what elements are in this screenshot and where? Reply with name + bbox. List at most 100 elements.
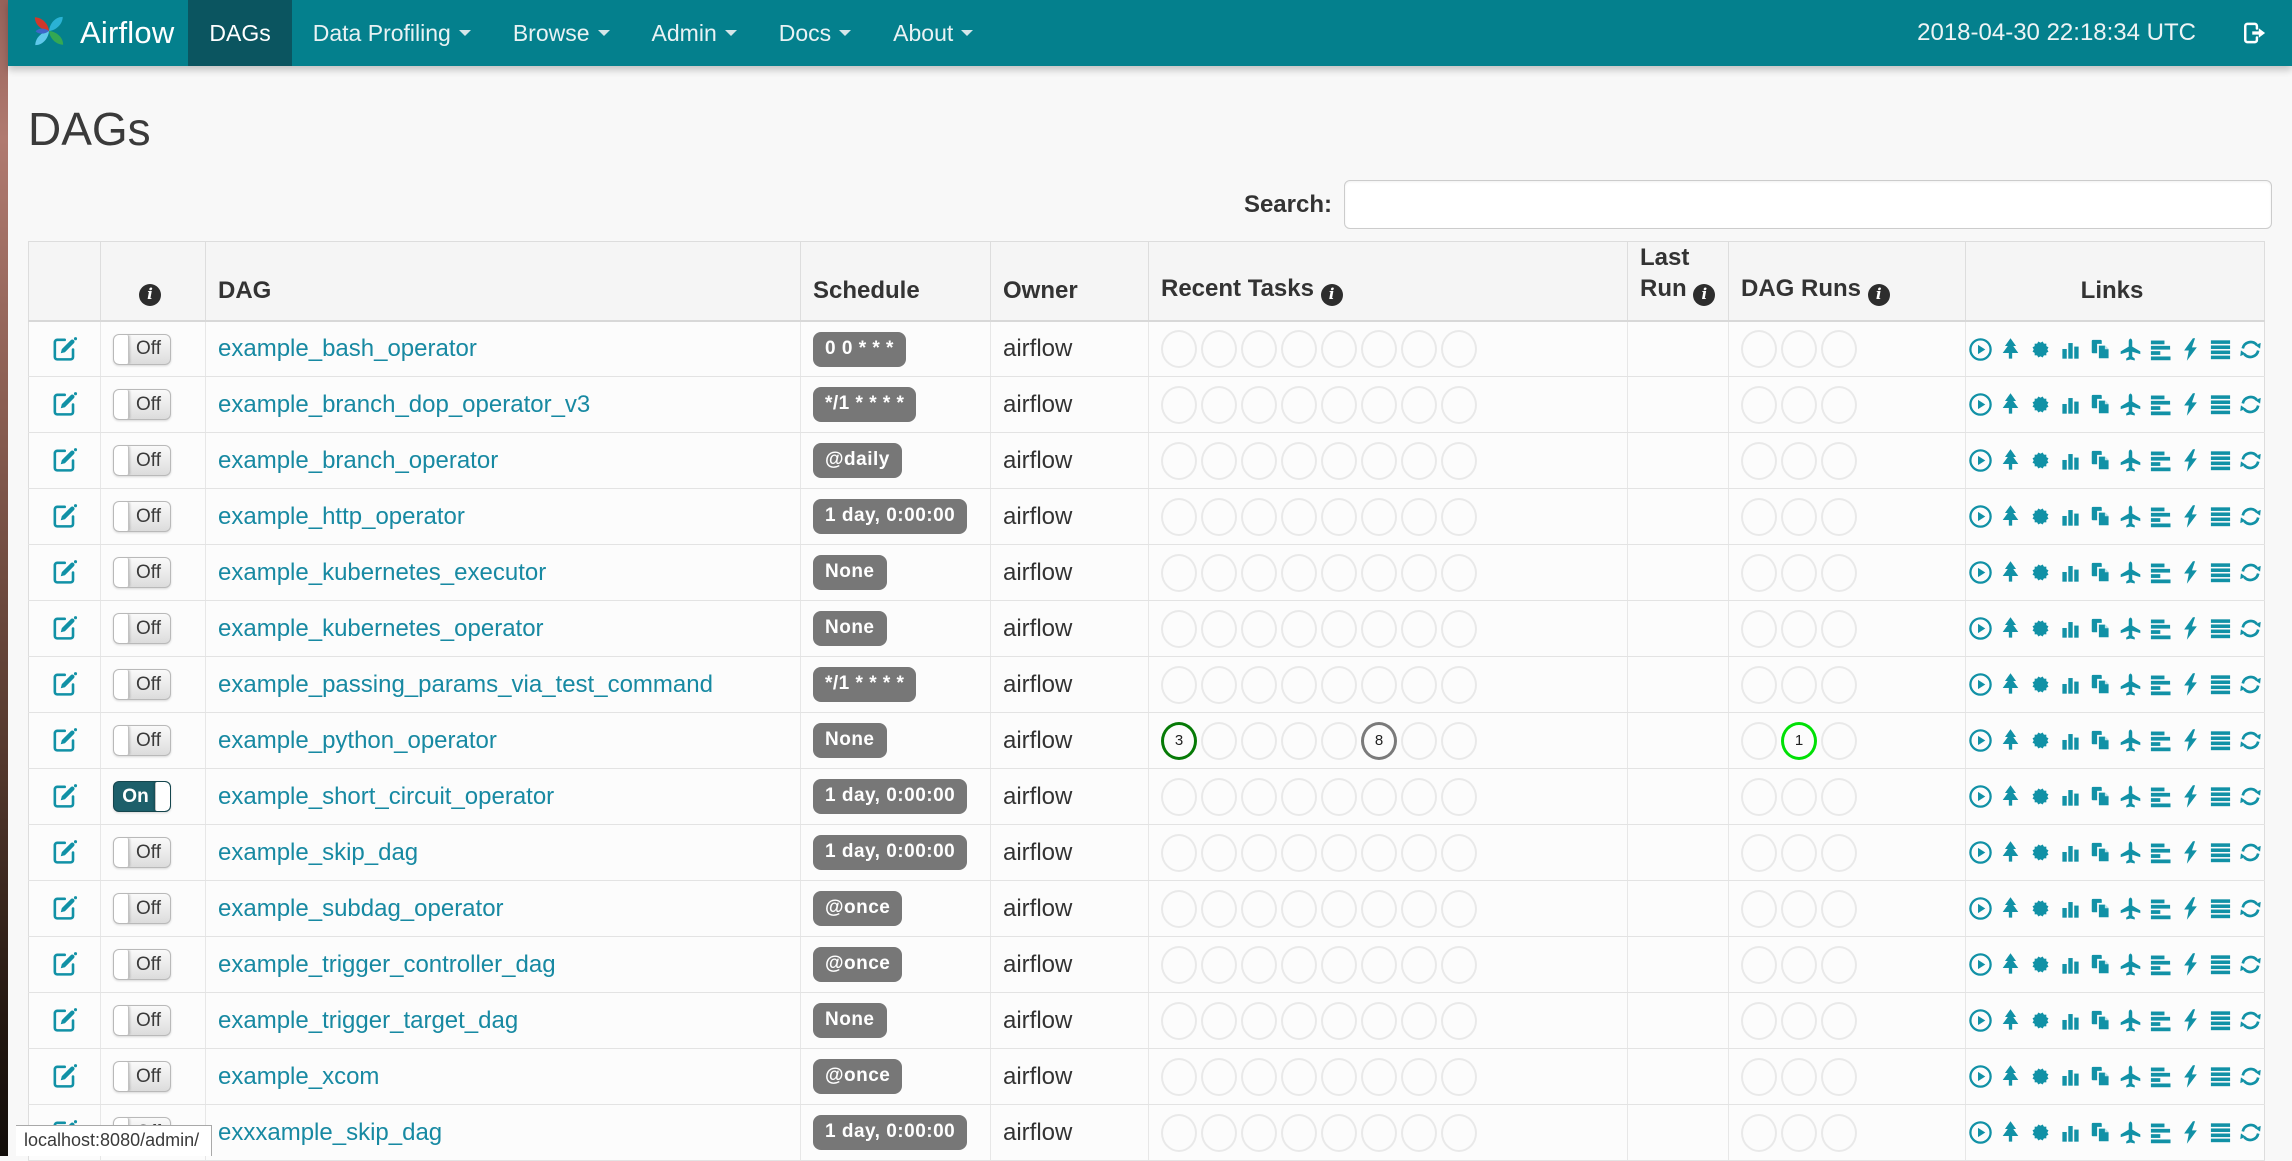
dag-run-circle[interactable]	[1741, 1114, 1777, 1152]
dag-run-circle[interactable]	[1781, 834, 1817, 872]
recent-task-circle[interactable]	[1161, 442, 1197, 480]
task-duration-icon[interactable]	[2058, 1120, 2083, 1145]
dag-run-circle[interactable]	[1741, 890, 1777, 928]
trigger-dag-icon[interactable]	[1968, 952, 1993, 977]
recent-task-circle[interactable]	[1281, 498, 1317, 536]
graph-view-icon[interactable]	[2028, 448, 2053, 473]
recent-task-circle[interactable]	[1201, 946, 1237, 984]
task-duration-icon[interactable]	[2058, 896, 2083, 921]
gantt-view-icon[interactable]	[2148, 448, 2173, 473]
dag-run-circle[interactable]	[1821, 890, 1857, 928]
recent-task-circle[interactable]	[1201, 1058, 1237, 1096]
queued-count-circle[interactable]: 8	[1361, 722, 1397, 760]
dag-run-circle[interactable]	[1821, 834, 1857, 872]
tree-view-icon[interactable]	[1998, 896, 2023, 921]
recent-task-circle[interactable]	[1401, 722, 1437, 760]
trigger-dag-icon[interactable]	[1968, 672, 1993, 697]
recent-task-circle[interactable]	[1161, 834, 1197, 872]
tree-view-icon[interactable]	[1998, 840, 2023, 865]
log-view-icon[interactable]	[2208, 504, 2233, 529]
recent-task-circle[interactable]	[1401, 1114, 1437, 1152]
dag-run-circle[interactable]	[1821, 946, 1857, 984]
task-duration-icon[interactable]	[2058, 337, 2083, 362]
task-duration-icon[interactable]	[2058, 728, 2083, 753]
log-view-icon[interactable]	[2208, 1008, 2233, 1033]
refresh-icon[interactable]	[2238, 784, 2263, 809]
trigger-dag-icon[interactable]	[1968, 560, 1993, 585]
dag-run-circle[interactable]	[1741, 498, 1777, 536]
tree-view-icon[interactable]	[1998, 337, 2023, 362]
dag-pause-toggle[interactable]: Off	[113, 389, 171, 420]
code-view-icon[interactable]	[2178, 672, 2203, 697]
recent-task-circle[interactable]	[1281, 442, 1317, 480]
recent-task-circle[interactable]	[1361, 946, 1397, 984]
refresh-icon[interactable]	[2238, 1064, 2263, 1089]
edit-dag-icon[interactable]	[51, 895, 78, 922]
recent-task-circle[interactable]	[1401, 834, 1437, 872]
landing-times-icon[interactable]	[2118, 560, 2143, 585]
recent-task-circle[interactable]	[1241, 610, 1277, 648]
recent-task-circle[interactable]	[1441, 1114, 1477, 1152]
trigger-dag-icon[interactable]	[1968, 448, 1993, 473]
recent-task-circle[interactable]	[1201, 1002, 1237, 1040]
dag-link[interactable]: example_trigger_controller_dag	[218, 951, 556, 978]
recent-task-circle[interactable]	[1281, 610, 1317, 648]
recent-task-circle[interactable]	[1281, 778, 1317, 816]
dag-run-circle[interactable]	[1741, 330, 1777, 368]
graph-view-icon[interactable]	[2028, 840, 2053, 865]
recent-task-circle[interactable]	[1361, 554, 1397, 592]
landing-times-icon[interactable]	[2118, 337, 2143, 362]
recent-task-circle[interactable]	[1321, 498, 1357, 536]
recent-task-circle[interactable]	[1241, 1114, 1277, 1152]
recent-task-circle[interactable]	[1201, 890, 1237, 928]
success-count-circle[interactable]: 3	[1161, 722, 1197, 760]
recent-task-circle[interactable]	[1361, 1114, 1397, 1152]
recent-task-circle[interactable]	[1281, 946, 1317, 984]
edit-dag-icon[interactable]	[51, 503, 78, 530]
recent-task-circle[interactable]	[1241, 1002, 1277, 1040]
recent-task-circle[interactable]	[1401, 1058, 1437, 1096]
code-view-icon[interactable]	[2178, 896, 2203, 921]
gantt-view-icon[interactable]	[2148, 1008, 2173, 1033]
landing-times-icon[interactable]	[2118, 448, 2143, 473]
refresh-icon[interactable]	[2238, 337, 2263, 362]
recent-task-circle[interactable]	[1361, 386, 1397, 424]
code-view-icon[interactable]	[2178, 616, 2203, 641]
dag-run-circle[interactable]	[1781, 946, 1817, 984]
dag-run-circle[interactable]	[1781, 1002, 1817, 1040]
dag-run-circle[interactable]	[1821, 442, 1857, 480]
refresh-icon[interactable]	[2238, 560, 2263, 585]
log-view-icon[interactable]	[2208, 337, 2233, 362]
dag-run-circle[interactable]	[1781, 778, 1817, 816]
refresh-icon[interactable]	[2238, 448, 2263, 473]
recent-task-circle[interactable]	[1441, 1058, 1477, 1096]
gantt-view-icon[interactable]	[2148, 560, 2173, 585]
code-view-icon[interactable]	[2178, 1064, 2203, 1089]
recent-task-circle[interactable]	[1161, 498, 1197, 536]
recent-task-circle[interactable]	[1201, 722, 1237, 760]
recent-task-circle[interactable]	[1441, 834, 1477, 872]
nav-item-about[interactable]: About	[872, 0, 994, 66]
refresh-icon[interactable]	[2238, 896, 2263, 921]
edit-dag-icon[interactable]	[51, 559, 78, 586]
recent-task-circle[interactable]	[1441, 386, 1477, 424]
edit-dag-icon[interactable]	[51, 951, 78, 978]
recent-task-circle[interactable]	[1241, 442, 1277, 480]
recent-task-circle[interactable]	[1201, 834, 1237, 872]
code-view-icon[interactable]	[2178, 952, 2203, 977]
recent-task-circle[interactable]	[1281, 834, 1317, 872]
recent-task-circle[interactable]	[1361, 498, 1397, 536]
dag-link[interactable]: example_bash_operator	[218, 335, 477, 362]
dag-run-circle[interactable]	[1821, 498, 1857, 536]
refresh-icon[interactable]	[2238, 840, 2263, 865]
log-view-icon[interactable]	[2208, 448, 2233, 473]
trigger-dag-icon[interactable]	[1968, 504, 1993, 529]
dag-pause-toggle[interactable]: Off	[113, 501, 171, 532]
code-view-icon[interactable]	[2178, 448, 2203, 473]
recent-task-circle[interactable]	[1161, 666, 1197, 704]
tree-view-icon[interactable]	[1998, 504, 2023, 529]
dag-run-circle[interactable]	[1741, 1002, 1777, 1040]
code-view-icon[interactable]	[2178, 784, 2203, 809]
code-view-icon[interactable]	[2178, 1120, 2203, 1145]
dag-link[interactable]: example_kubernetes_executor	[218, 559, 546, 586]
